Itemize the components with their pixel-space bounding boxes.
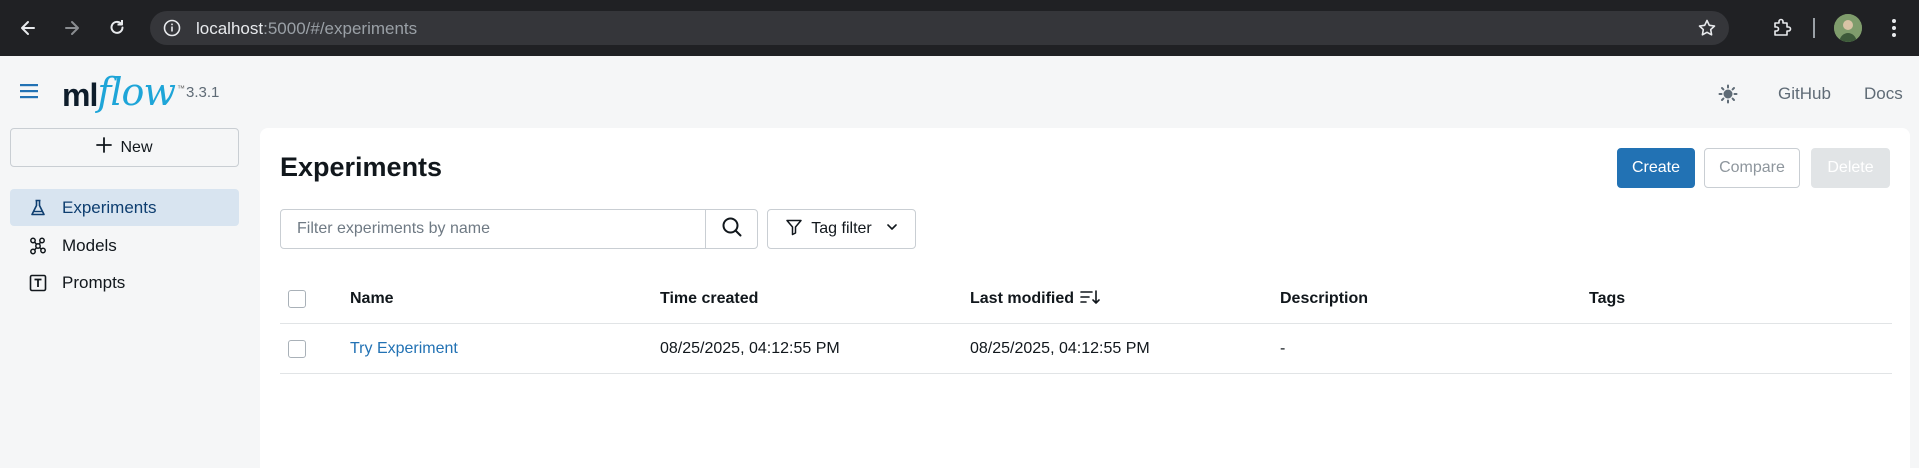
compare-button[interactable]: Compare [1704, 148, 1800, 188]
sidebar-item-label: Models [62, 235, 117, 255]
delete-button[interactable]: Delete [1811, 148, 1890, 188]
column-header-time-created[interactable]: Time created [660, 275, 758, 323]
search-box [280, 209, 758, 249]
models-icon [28, 236, 48, 256]
github-link[interactable]: GitHub [1778, 84, 1831, 104]
logo-flow: flow [97, 70, 176, 114]
sidebar-item-experiments[interactable]: Experiments [10, 189, 239, 226]
mlflow-logo[interactable]: ml flow ™ [62, 70, 185, 114]
new-button[interactable]: New [10, 128, 239, 167]
create-button[interactable]: Create [1617, 148, 1695, 188]
logo-trademark: ™ [176, 84, 185, 93]
address-bar[interactable]: localhost:5000/#/experiments [150, 11, 1729, 45]
experiment-name-link[interactable]: Try Experiment [350, 324, 458, 373]
bookmark-star-icon[interactable] [1695, 16, 1719, 40]
tag-filter-dropdown[interactable]: Tag filter [767, 209, 916, 249]
forward-icon[interactable] [56, 12, 88, 44]
sort-descending-icon [1080, 289, 1100, 310]
row-checkbox[interactable] [288, 324, 306, 373]
select-all-checkbox[interactable] [288, 275, 306, 323]
browser-toolbar: localhost:5000/#/experiments [0, 0, 1919, 56]
column-header-last-modified[interactable]: Last modified [970, 275, 1100, 323]
url-text[interactable]: localhost:5000/#/experiments [196, 19, 417, 39]
sidebar-item-models[interactable]: Models [10, 227, 239, 264]
toolbar-divider [1813, 18, 1815, 38]
back-icon[interactable] [12, 12, 44, 44]
search-button[interactable] [705, 210, 757, 248]
checkbox-box [288, 290, 306, 308]
version-label: 3.3.1 [186, 84, 220, 101]
column-header-name[interactable]: Name [350, 275, 394, 323]
beaker-icon [28, 198, 48, 218]
url-path: :5000/#/experiments [263, 19, 418, 38]
column-header-label: Last modified [970, 290, 1075, 307]
last-modified-cell: 08/25/2025, 04:12:55 PM [970, 339, 1150, 357]
profile-avatar[interactable] [1834, 14, 1862, 42]
docs-link[interactable]: Docs [1864, 84, 1903, 104]
sidebar-item-label: Experiments [62, 197, 157, 217]
theme-toggle-sun-icon[interactable] [1716, 82, 1740, 106]
site-info-icon[interactable] [160, 16, 184, 40]
table-row[interactable]: Try Experiment 08/25/2025, 04:12:55 PM 0… [280, 324, 1892, 374]
prompt-icon [28, 273, 48, 293]
new-button-label: New [120, 138, 153, 156]
description-cell: - [1280, 339, 1286, 357]
sidebar-item-prompts[interactable]: Prompts [10, 264, 239, 301]
checkbox-box [288, 339, 306, 358]
filter-icon [785, 218, 803, 241]
sidebar-item-label: Prompts [62, 272, 126, 292]
hamburger-menu-icon[interactable] [18, 82, 44, 104]
reload-icon[interactable] [101, 12, 133, 44]
search-input[interactable] [282, 211, 702, 247]
extensions-icon[interactable] [1768, 14, 1796, 42]
url-host: localhost [196, 19, 264, 38]
page-title: Experiments [280, 152, 443, 182]
column-header-tags[interactable]: Tags [1589, 275, 1625, 323]
experiments-table: Name Time created Last modified Descript… [280, 275, 1892, 374]
tag-filter-label: Tag filter [811, 220, 872, 237]
main-panel: Experiments Create Compare Delete Tag fi… [260, 128, 1910, 468]
plus-icon [96, 137, 113, 158]
search-icon [721, 216, 743, 243]
column-header-description[interactable]: Description [1280, 275, 1368, 323]
chevron-down-icon [886, 220, 898, 238]
logo-ml: ml [62, 77, 98, 113]
time-created-cell: 08/25/2025, 04:12:55 PM [660, 339, 840, 357]
table-header: Name Time created Last modified Descript… [280, 275, 1892, 324]
browser-menu-icon[interactable] [1880, 14, 1908, 42]
